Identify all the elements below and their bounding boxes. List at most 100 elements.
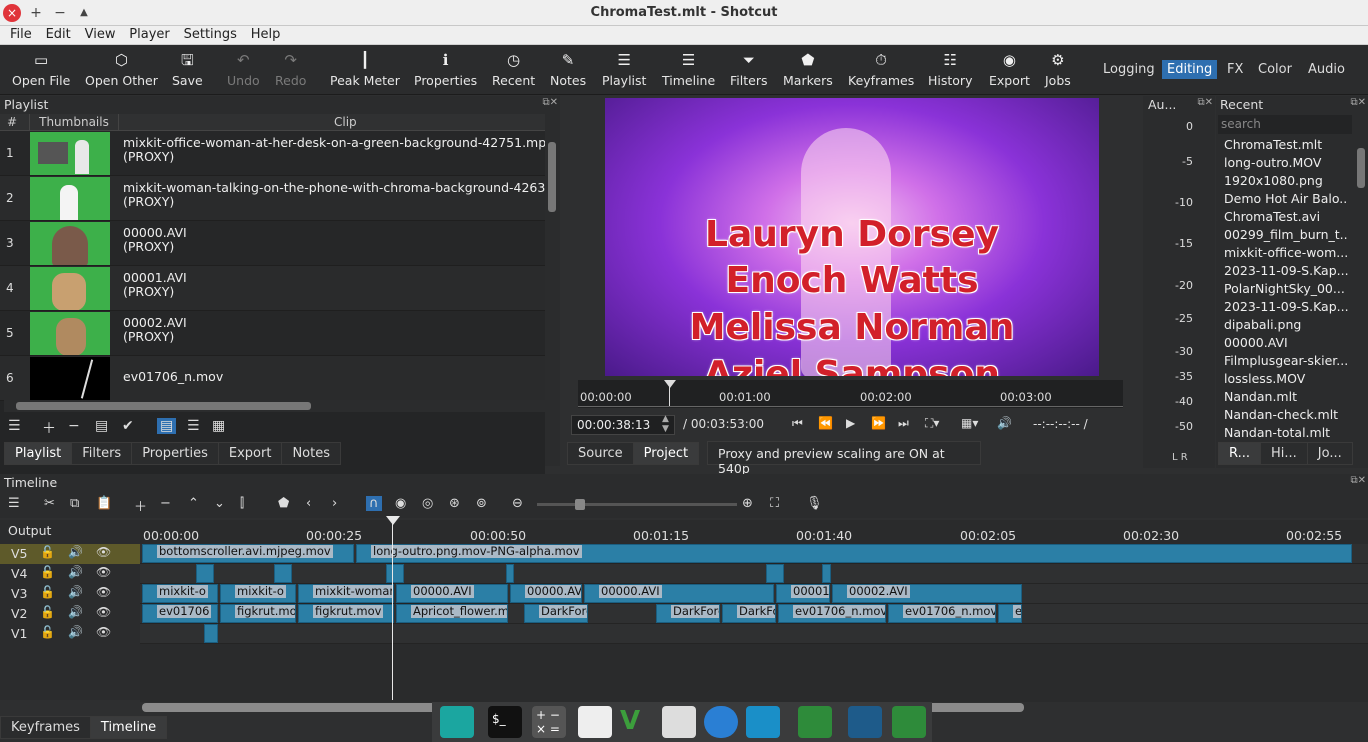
timeline-clip[interactable]: figkrut.mov xyxy=(298,604,394,623)
search-icon[interactable] xyxy=(746,706,780,738)
visibility-icon[interactable]: 👁 xyxy=(96,565,111,579)
cut-icon[interactable]: ✂ xyxy=(44,496,55,511)
open-file-button[interactable]: ▭ Open File xyxy=(12,51,70,88)
split-icon[interactable]: ⫿ xyxy=(240,496,244,511)
col-thumbnails[interactable]: Thumbnails xyxy=(29,114,119,131)
history-button[interactable]: ☷ History xyxy=(928,51,972,88)
zoom-icon[interactable]: ⛶▾ xyxy=(925,416,939,431)
list-item[interactable]: Nandan-total.mlt xyxy=(1224,425,1348,440)
remove-icon[interactable]: − xyxy=(68,418,80,434)
tab-jobs[interactable]: Jo... xyxy=(1306,442,1353,465)
timeline-clip[interactable]: mixkit-o xyxy=(142,584,218,603)
timeline-clip[interactable]: mixkit-woman-ta xyxy=(298,584,394,603)
peak-meter-button[interactable]: ┃ Peak Meter xyxy=(330,51,400,88)
timeline-ruler[interactable]: 00:00:00 00:00:25 00:00:50 00:01:15 00:0… xyxy=(140,520,1368,544)
folder-icon[interactable] xyxy=(892,706,926,738)
timeline-clip[interactable] xyxy=(196,564,214,583)
properties-button[interactable]: ℹ Properties xyxy=(414,51,477,88)
remove-icon[interactable]: − xyxy=(160,496,171,511)
details-view-icon[interactable]: ▤ xyxy=(157,418,177,434)
visibility-icon[interactable]: 👁 xyxy=(96,625,111,639)
col-number[interactable]: # xyxy=(7,115,17,129)
visibility-icon[interactable]: 👁 xyxy=(96,545,111,559)
tab-notes[interactable]: Notes xyxy=(281,442,341,465)
vim-icon[interactable]: V xyxy=(620,706,654,738)
volume-icon[interactable]: 🔊 xyxy=(997,416,1012,430)
list-item[interactable]: ChromaTest.avi xyxy=(1224,209,1348,224)
zoom-in-icon[interactable]: ⊕ xyxy=(742,496,753,511)
playlist-button[interactable]: ☰ Playlist xyxy=(602,51,646,88)
next-marker-icon[interactable]: › xyxy=(332,496,337,511)
marker-icon[interactable]: ⬟ xyxy=(278,496,289,511)
mute-icon[interactable]: 🔊 xyxy=(68,585,83,599)
timeline-clip[interactable]: ev01706_n.mov xyxy=(888,604,996,623)
tab-export[interactable]: Export xyxy=(217,442,283,465)
export-button[interactable]: ◉ Export xyxy=(989,51,1030,88)
workspace-fx[interactable]: FX xyxy=(1222,60,1248,79)
list-item[interactable]: 1 mixkit-office-woman-at-her-desk-on-a-g… xyxy=(0,131,545,176)
track-v1[interactable]: V1 🔓 🔊 👁 xyxy=(0,624,140,644)
timeline-clip[interactable] xyxy=(274,564,292,583)
visibility-icon[interactable]: 👁 xyxy=(96,605,111,619)
check-icon[interactable]: ✔ xyxy=(122,418,134,434)
list-item[interactable]: 2 mixkit-woman-talking-on-the-phone-with… xyxy=(0,176,545,221)
record-audio-icon[interactable]: 🎙 xyxy=(806,496,823,511)
timeline-clip[interactable]: ev xyxy=(998,604,1022,623)
skip-previous-icon[interactable]: ⏮ xyxy=(792,416,803,431)
workspace-color[interactable]: Color xyxy=(1253,60,1297,79)
workspace-audio[interactable]: Audio xyxy=(1303,60,1350,79)
playlist-vscroll[interactable] xyxy=(546,132,558,398)
menu-file[interactable]: File xyxy=(10,26,32,42)
zoom-fit-icon[interactable]: ⛶ xyxy=(770,496,779,511)
recent-button[interactable]: ◷ Recent xyxy=(492,51,535,88)
snap-icon[interactable]: ∩ xyxy=(366,496,382,511)
timeline-clip[interactable]: 00001 xyxy=(776,584,830,603)
text-editor-icon[interactable] xyxy=(578,706,612,738)
keyframes-button[interactable]: ⏱ Keyframes xyxy=(848,51,914,88)
list-item[interactable]: 1920x1080.png xyxy=(1224,173,1348,188)
menu-view[interactable]: View xyxy=(85,26,116,42)
lock-icon[interactable]: 🔓 xyxy=(40,625,55,639)
timeline-clip[interactable] xyxy=(766,564,784,583)
scrub-icon[interactable]: ◉ xyxy=(395,496,406,511)
lock-icon[interactable]: 🔓 xyxy=(40,565,55,579)
panel-float-close-icon[interactable]: ⧉✕ xyxy=(1197,97,1213,108)
copy-icon[interactable]: ⧉ xyxy=(70,496,79,511)
list-item[interactable]: 4 00001.AVI (PROXY) xyxy=(0,266,545,311)
ripple-markers-icon[interactable]: ⊚ xyxy=(476,496,487,511)
markers-button[interactable]: ⬟ Markers xyxy=(783,51,833,88)
mute-icon[interactable]: 🔊 xyxy=(68,545,83,559)
visibility-icon[interactable]: 👁 xyxy=(96,585,111,599)
ripple-icon[interactable]: ◎ xyxy=(422,496,433,511)
window-switcher-icon[interactable] xyxy=(848,706,882,738)
timeline-clip[interactable] xyxy=(204,624,218,643)
ripple-all-icon[interactable]: ⊛ xyxy=(449,496,460,511)
lock-icon[interactable]: 🔓 xyxy=(40,585,55,599)
add-icon[interactable]: ＋ xyxy=(42,418,56,438)
zoom-slider[interactable] xyxy=(537,499,737,510)
filters-button[interactable]: ⏷ Filters xyxy=(730,51,767,88)
track-v2[interactable]: V2 🔓 🔊 👁 xyxy=(0,604,140,624)
menu-player[interactable]: Player xyxy=(129,26,169,42)
fast-forward-icon[interactable]: ⏩ xyxy=(871,416,886,430)
recent-scrollbar[interactable] xyxy=(1356,138,1366,438)
folder-icon[interactable] xyxy=(798,706,832,738)
playlist-hscroll[interactable] xyxy=(4,400,546,412)
tab-source[interactable]: Source xyxy=(567,442,634,465)
panel-float-close-icon[interactable]: ⧉✕ xyxy=(1350,97,1366,108)
save-button[interactable]: 🖫 Save xyxy=(172,51,203,88)
workspace-logging[interactable]: Logging xyxy=(1098,60,1160,79)
timeline-clip[interactable] xyxy=(506,564,514,583)
browser-icon[interactable] xyxy=(704,706,738,738)
playhead-handle[interactable] xyxy=(386,516,400,525)
list-item[interactable]: Filmplusgear-skier... xyxy=(1224,353,1348,368)
terminal-icon[interactable]: $_ xyxy=(488,706,522,738)
track-v4[interactable]: V4 🔓 🔊 👁 xyxy=(0,564,140,584)
grid-icon[interactable]: ▦▾ xyxy=(961,416,978,430)
timecode-spin-icon[interactable]: ▲ ▼ xyxy=(662,414,669,434)
redo-button[interactable]: ↷ Redo xyxy=(275,51,306,88)
icon-view-icon[interactable]: ▦ xyxy=(212,418,225,434)
tab-recent[interactable]: R... xyxy=(1218,442,1261,465)
skip-next-icon[interactable]: ⏭ xyxy=(898,416,909,431)
list-item[interactable]: 00299_film_burn_t... xyxy=(1224,227,1348,242)
